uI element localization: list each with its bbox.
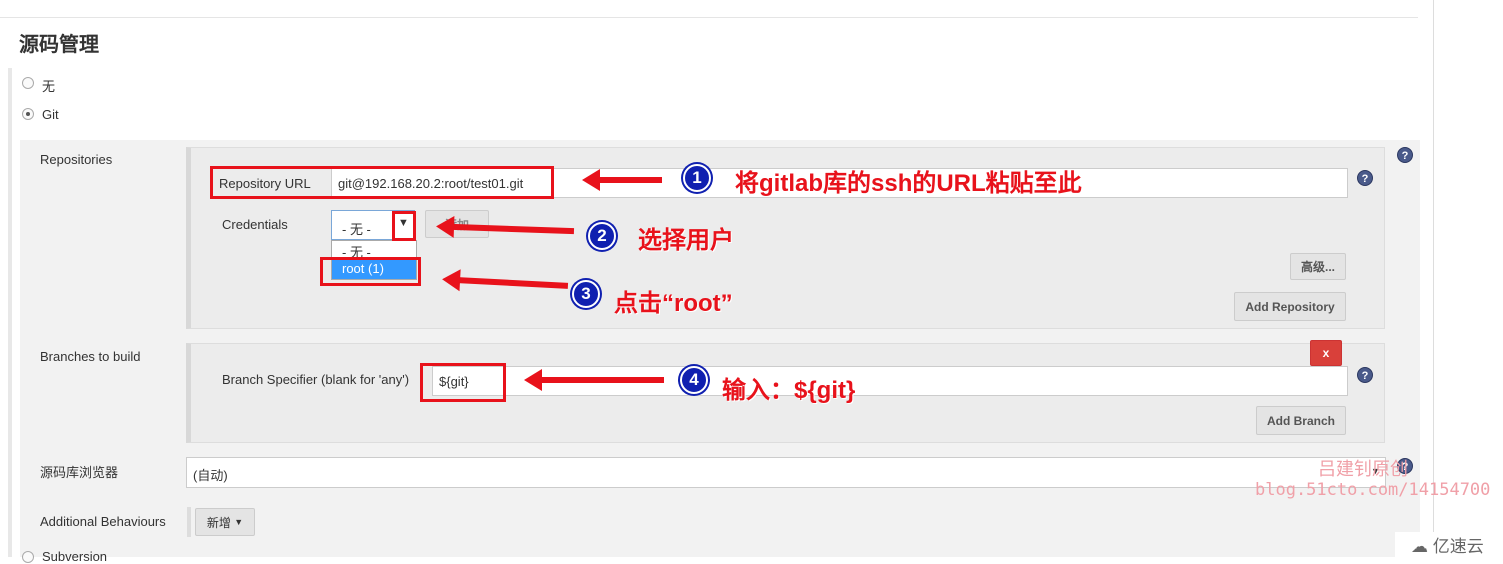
highlight-box [420,363,506,402]
repositories-label: Repositories [40,152,113,167]
branches-label: Branches to build [40,349,141,364]
step-badge: 1 [683,164,711,192]
divider [1433,0,1434,557]
watermark-url: blog.51cto.com/14154700 [1255,480,1491,500]
arrow-icon [582,169,662,191]
step-badge: 2 [588,222,616,250]
annotation-text: 点击“root” [614,290,733,317]
highlight-box [392,211,416,241]
radio-none-label: 无 [42,79,56,94]
radio-git-label: Git [42,107,59,122]
section-title: 源码管理 [19,34,99,56]
section-bar [8,68,12,557]
radio-git[interactable] [22,108,34,120]
credentials-selected: - 无 - [342,222,371,237]
step-badge: 3 [572,280,600,308]
divider [187,507,191,537]
browser-select[interactable]: (自动) [186,457,1386,488]
add-behaviour-button[interactable]: 新增 ▼ [195,508,255,536]
logo-text: 亿速云 [1432,537,1484,556]
branch-specifier-label: Branch Specifier (blank for 'any') [222,372,410,387]
watermark-author: 吕建钊原创 [1318,459,1408,480]
add-branch-button[interactable]: Add Branch [1256,406,1346,435]
radio-subversion[interactable] [22,551,34,563]
highlight-box [210,166,554,199]
cloud-icon: ☁ [1411,537,1428,556]
arrow-icon [524,369,664,391]
browser-label: 源码库浏览器 [40,465,119,480]
delete-branch-button[interactable]: x [1310,340,1342,366]
advanced-button[interactable]: 高级... [1290,253,1346,280]
help-icon[interactable]: ? [1397,147,1413,163]
credentials-label: Credentials [222,217,288,232]
annotation-text: 选择用户 [638,227,734,254]
behaviours-label: Additional Behaviours [40,514,166,529]
add-repository-button[interactable]: Add Repository [1234,292,1346,321]
annotation-text: 将gitlab库的ssh的URL粘贴至此 [735,170,1082,197]
radio-none[interactable] [22,77,34,89]
highlight-box [320,257,421,286]
add-behaviour-label: 新增 [206,515,231,530]
annotation-text: 输入：${git} [722,377,856,404]
divider [0,17,1418,18]
help-icon[interactable]: ? [1357,367,1373,383]
caret-down-icon: ▼ [234,517,244,527]
step-badge: 4 [680,366,708,394]
watermark-logo: ☁ 亿速云 [1395,532,1503,557]
help-icon[interactable]: ? [1357,170,1373,186]
